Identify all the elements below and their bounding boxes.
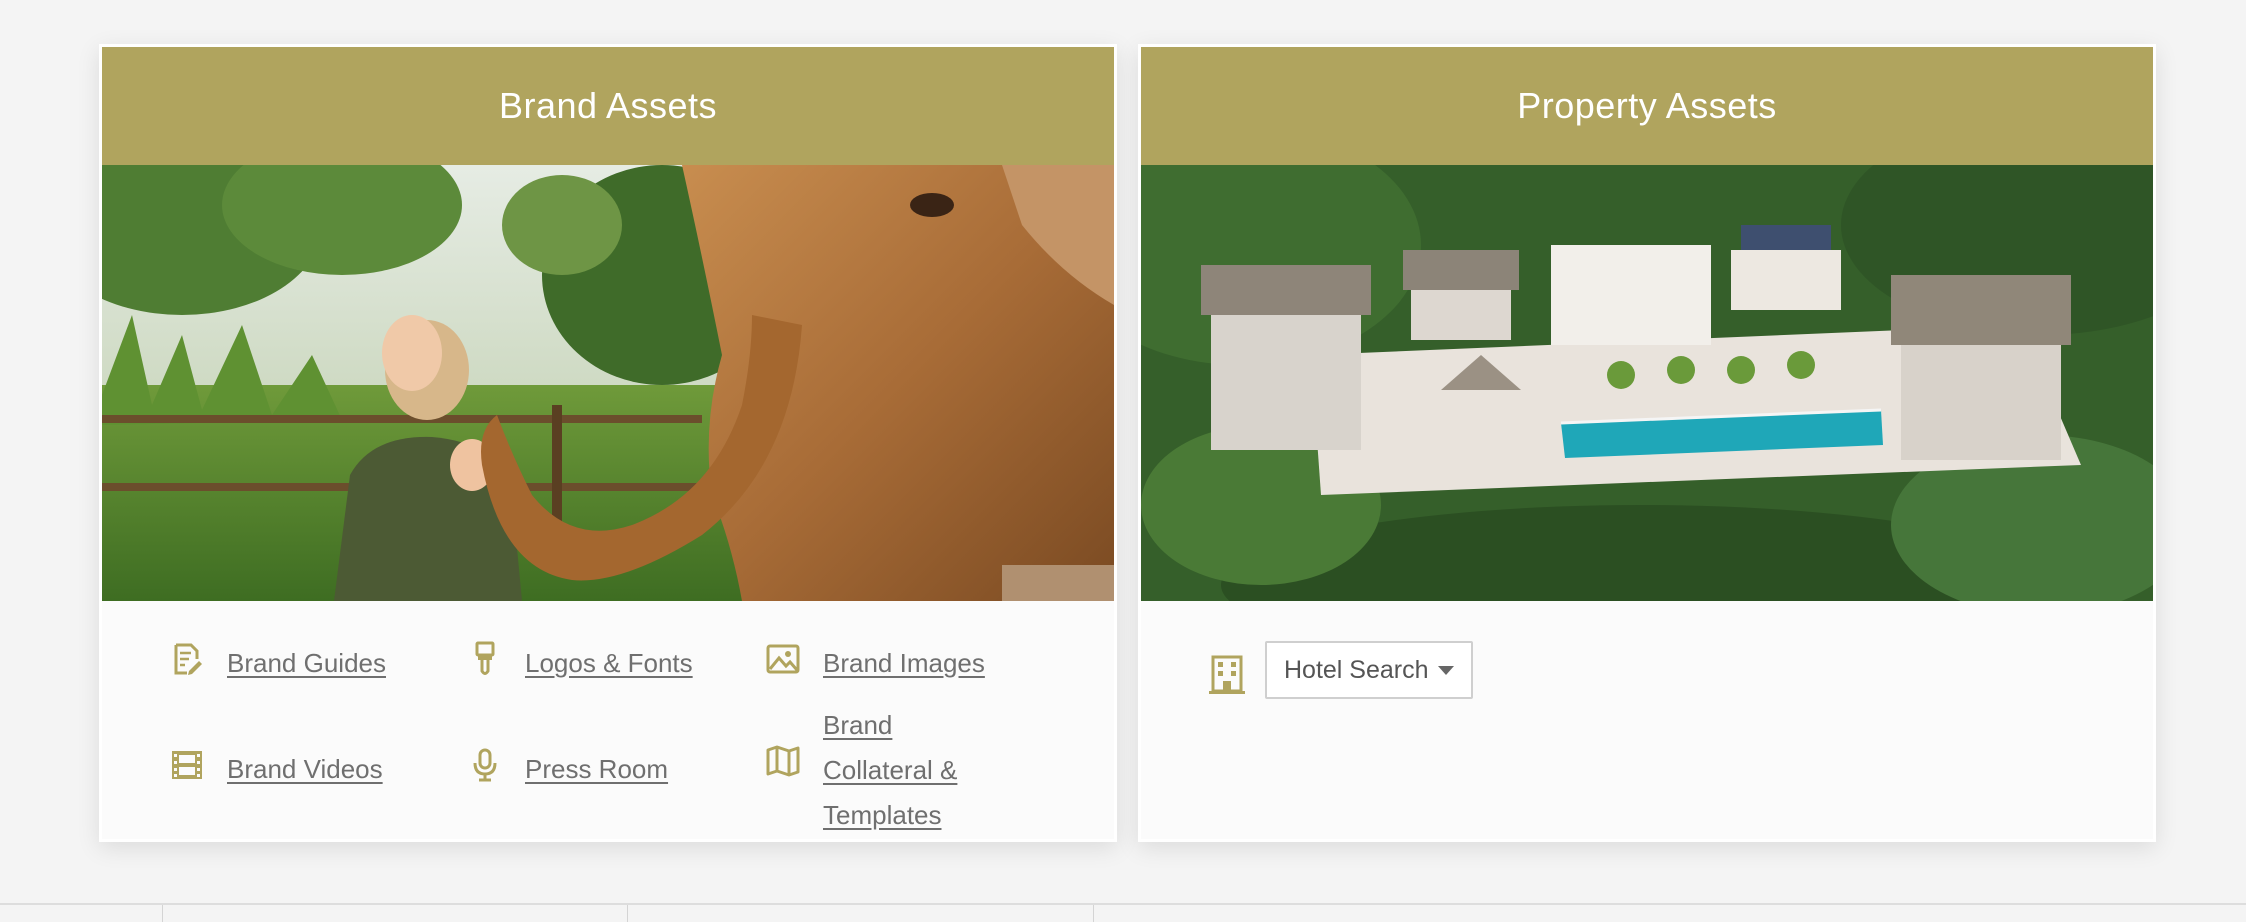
footer-divider xyxy=(0,903,2246,905)
hotel-search-select[interactable]: Hotel Search xyxy=(1265,641,1473,699)
property-assets-card: Property Assets Hotel Search xyxy=(1138,44,2156,842)
footer-column-divider xyxy=(627,905,628,922)
property-controls: Hotel Search xyxy=(1141,601,2153,836)
brand-images-label[interactable]: Brand Images xyxy=(823,641,985,686)
brand-assets-image xyxy=(102,165,1114,601)
hotel-search-value: Hotel Search xyxy=(1284,655,1429,684)
property-assets-header: Property Assets xyxy=(1141,47,2153,165)
brand-videos-link[interactable]: Brand Videos xyxy=(169,747,383,792)
brand-images-link[interactable]: Brand Images xyxy=(765,641,985,686)
footer-column-divider xyxy=(162,905,163,922)
image-icon xyxy=(766,644,800,674)
brand-assets-title: Brand Assets xyxy=(498,85,718,126)
logos-fonts-label[interactable]: Logos & Fonts xyxy=(525,641,693,686)
press-room-link[interactable]: Press Room xyxy=(467,747,668,792)
chevron-down-icon xyxy=(1438,666,1454,675)
woman-with-elephant-photo xyxy=(102,165,1114,601)
film-strip-icon xyxy=(172,751,202,779)
property-assets-image xyxy=(1141,165,2153,601)
brand-assets-card: Brand Assets Brand Guides Logos & Fonts … xyxy=(99,44,1117,842)
page: Brand Assets Brand Guides Logos & Fonts … xyxy=(0,0,2246,922)
brand-videos-label[interactable]: Brand Videos xyxy=(227,747,383,792)
logos-fonts-link[interactable]: Logos & Fonts xyxy=(467,641,693,686)
map-brochure-icon xyxy=(766,745,800,777)
brand-collateral-link[interactable]: Brand Collateral & Templates xyxy=(765,703,1005,838)
brand-collateral-label[interactable]: Brand Collateral & Templates xyxy=(823,703,1005,838)
brand-assets-header: Brand Assets xyxy=(102,47,1114,165)
building-icon xyxy=(1209,655,1245,694)
brand-guides-label[interactable]: Brand Guides xyxy=(227,641,386,686)
footer-column-divider xyxy=(1093,905,1094,922)
villa-aerial-photo xyxy=(1141,165,2153,601)
brand-guides-link[interactable]: Brand Guides xyxy=(169,641,386,686)
microphone-icon xyxy=(473,748,497,782)
property-assets-title: Property Assets xyxy=(1517,85,1777,126)
brand-links-grid: Brand Guides Logos & Fonts Brand Images xyxy=(102,601,1114,836)
paint-brush-icon xyxy=(475,641,495,675)
document-edit-icon xyxy=(174,643,202,675)
press-room-label[interactable]: Press Room xyxy=(525,747,668,792)
